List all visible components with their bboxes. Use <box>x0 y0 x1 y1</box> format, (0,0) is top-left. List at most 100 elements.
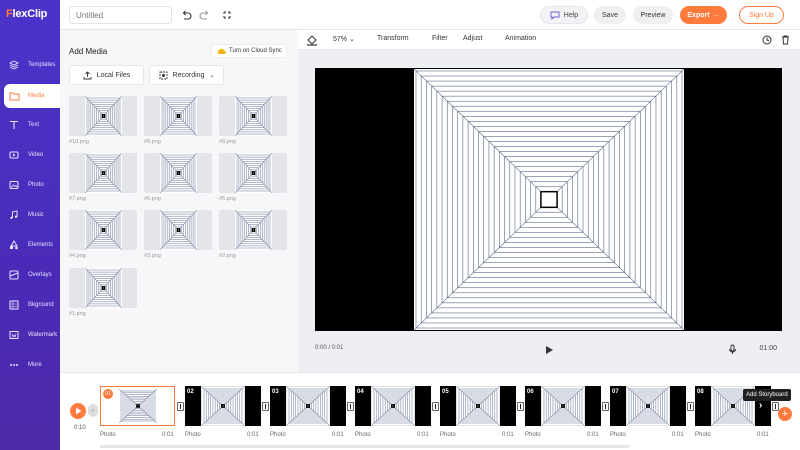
scene-duration: 0:01 <box>162 432 174 438</box>
delete-icon[interactable] <box>781 35 790 47</box>
scene-left-fill: 06 <box>525 386 541 426</box>
scene-left-fill: 03 <box>270 386 286 426</box>
transition-icon[interactable] <box>432 402 439 411</box>
timeline-time: 0:10 <box>74 425 86 431</box>
media-thumbnail[interactable]: #10.png <box>69 96 137 145</box>
scene-thumbnail <box>626 386 670 426</box>
sidebar-item-templates[interactable]: Templates <box>0 53 60 77</box>
scene-03[interactable]: 03 <box>270 386 356 426</box>
logo: FlexClip <box>6 8 47 20</box>
media-thumbnail[interactable]: #6.png <box>144 153 212 202</box>
media-thumbnail[interactable]: #3.png <box>144 210 212 259</box>
transition-icon[interactable] <box>602 402 609 411</box>
panel-title: Add Media <box>69 47 108 56</box>
fit-screen-icon[interactable] <box>221 9 233 21</box>
scroll-right-icon[interactable]: › <box>759 400 762 411</box>
transition-icon[interactable] <box>517 402 524 411</box>
scene-duration: 0:01 <box>417 432 429 438</box>
total-time: 01:00 <box>759 345 777 352</box>
signup-button[interactable]: Sign Up <box>739 6 784 24</box>
recording-label: Recording <box>172 71 205 79</box>
scene-02[interactable]: 02 <box>185 386 271 426</box>
microphone-icon[interactable] <box>728 344 737 357</box>
preview-button[interactable]: Preview <box>633 6 673 24</box>
timeline-collapse-button[interactable]: ‹ <box>88 404 98 417</box>
thumbnail-image <box>69 153 137 193</box>
animation-button[interactable]: Animation <box>505 35 536 42</box>
thumbnail-filename: #1.png <box>69 311 86 317</box>
scene-duration: 0:01 <box>672 432 684 438</box>
scene-01[interactable]: 01 <box>100 386 186 426</box>
scene-05[interactable]: 05 <box>440 386 526 426</box>
scene-left-fill: 05 <box>440 386 456 426</box>
export-label: Export <box>687 11 710 19</box>
chevron-left-icon: ‹ <box>92 407 94 414</box>
sidebar-item-photo[interactable]: Photo <box>0 173 60 197</box>
current-time: 0:00 / 0:01 <box>315 345 344 351</box>
sidebar-item-more[interactable]: More <box>0 353 60 377</box>
timeline: ‹ 0:10 01 Photo 0:01 02 Photo 0:01 03 Photo 0:01… <box>60 372 800 450</box>
thumbnail-filename: #5.png <box>219 196 236 202</box>
fill-color-icon[interactable] <box>306 34 318 48</box>
media-thumbnail[interactable]: #2.png <box>219 210 287 259</box>
sidebar-item-watermark[interactable]: Watermark <box>0 323 60 347</box>
left-nav: FlexClip Templates Media Text Video Phot… <box>0 0 60 450</box>
add-storyboard-tooltip: Add Storyboard <box>743 389 791 401</box>
thumbnail-image <box>219 153 287 193</box>
transition-icon[interactable] <box>177 402 184 411</box>
sidebar-item-label: Photo <box>28 182 44 188</box>
sidebar-item-music[interactable]: Music <box>0 203 60 227</box>
media-thumbnail[interactable]: #4.png <box>69 210 137 259</box>
help-button[interactable]: Help <box>540 6 588 24</box>
play-button[interactable] <box>545 345 554 357</box>
transition-icon[interactable] <box>687 402 694 411</box>
transition-icon[interactable] <box>347 402 354 411</box>
thumbnail-image <box>69 268 137 308</box>
zoom-select[interactable]: 57% ⌄ <box>333 35 355 43</box>
scene-07[interactable]: 07 <box>610 386 696 426</box>
media-thumbnail[interactable]: #7.png <box>69 153 137 202</box>
timeline-play-button[interactable] <box>70 403 86 419</box>
transition-icon[interactable] <box>262 402 269 411</box>
history-icon[interactable] <box>762 35 772 47</box>
adjust-button[interactable]: Adjust <box>463 35 482 42</box>
scene-06[interactable]: 06 <box>525 386 611 426</box>
scene-number: 02 <box>187 389 194 395</box>
media-thumbnail[interactable]: #1.png <box>69 268 137 317</box>
scene-left-fill: 02 <box>185 386 201 426</box>
media-thumbnail[interactable]: #9.png <box>144 96 212 145</box>
sidebar-item-label: Elements <box>28 242 54 248</box>
sidebar-item-overlays[interactable]: Overlays <box>0 263 60 287</box>
scene-right-fill <box>500 386 516 426</box>
filter-button[interactable]: Filter <box>432 35 448 42</box>
scene-right-fill <box>585 386 601 426</box>
project-title-input[interactable] <box>69 6 172 24</box>
sidebar-item-video[interactable]: Video <box>0 143 60 167</box>
layers-icon <box>8 59 20 71</box>
sidebar-item-text[interactable]: Text <box>0 113 60 137</box>
cloud-sync-button[interactable]: Turn on Cloud Sync <box>211 44 287 58</box>
redo-icon[interactable] <box>198 9 210 21</box>
tunnel-image <box>414 69 684 330</box>
media-thumbnail[interactable]: #5.png <box>219 153 287 202</box>
export-button[interactable]: Export → <box>680 6 727 24</box>
photo-icon <box>8 179 20 191</box>
sidebar-item-media[interactable]: Media <box>4 84 60 108</box>
timeline-scrollbar[interactable] <box>100 445 630 448</box>
scene-type-label: Photo <box>525 432 541 438</box>
sidebar-item-background[interactable]: Bkground <box>0 293 60 317</box>
save-button[interactable]: Save <box>594 6 626 24</box>
scene-canvas[interactable] <box>414 69 684 330</box>
transform-button[interactable]: Transform <box>377 35 409 42</box>
overlays-icon <box>8 269 20 281</box>
scene-04[interactable]: 04 <box>355 386 441 426</box>
scene-left-fill: 07 <box>610 386 626 426</box>
add-storyboard-button[interactable]: + <box>778 407 792 421</box>
sidebar-item-elements[interactable]: Elements <box>0 233 60 257</box>
undo-icon[interactable] <box>180 9 192 21</box>
sidebar-item-label: Text <box>28 122 40 128</box>
scene-right-fill <box>670 386 686 426</box>
media-thumbnail[interactable]: #8.png <box>219 96 287 145</box>
local-files-button[interactable]: Local Files <box>69 65 144 85</box>
recording-button[interactable]: Recording ⌄ <box>149 65 224 85</box>
